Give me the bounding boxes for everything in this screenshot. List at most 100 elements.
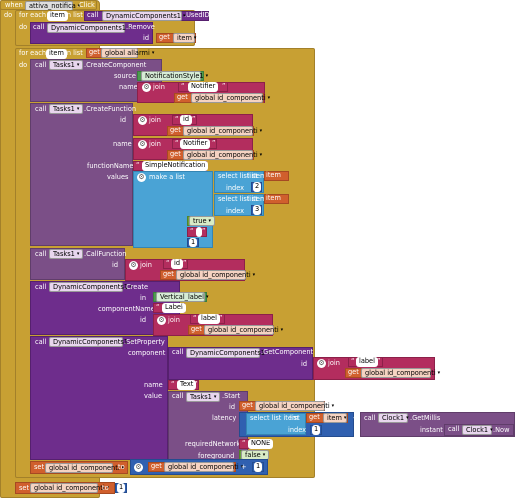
call-label: call xyxy=(172,348,184,356)
when-label: when xyxy=(5,1,23,9)
clock-dropdown[interactable]: Clock1 ▾ xyxy=(378,413,409,423)
create-function-method: .CreateFunction xyxy=(84,105,137,113)
id-label: id xyxy=(301,360,308,368)
get-label: get xyxy=(163,270,174,278)
gear-icon[interactable]: ⚙ xyxy=(138,116,147,125)
get-id-dropdown[interactable]: global id_componenti ▾ xyxy=(204,325,283,335)
set-property-component-dropdown[interactable]: DynamicComponents1 ▾ xyxy=(49,337,133,347)
join-label: join xyxy=(328,359,340,367)
set-reset-dropdown[interactable]: global id_componenti ▾ xyxy=(30,483,109,493)
call-function-method: .CallFunction xyxy=(84,250,127,258)
call-label: call xyxy=(33,23,45,31)
call-label: call xyxy=(364,414,376,422)
dynamic-create-component-dropdown[interactable]: DynamicComponents1 ▾ xyxy=(49,282,133,292)
plus-operator: + xyxy=(241,463,247,471)
get-item-dropdown[interactable]: item ▾ xyxy=(323,413,347,423)
call-label: call xyxy=(35,105,47,113)
values-label: values xyxy=(107,173,129,181)
minus-operator: - xyxy=(353,414,356,422)
in-label: in xyxy=(140,294,147,302)
get-id-dropdown[interactable]: global id_componenti ▾ xyxy=(191,93,270,103)
usedids-component-dropdown[interactable]: DynamicComponents1 ▾ xyxy=(102,11,186,21)
get-item-dropdown[interactable]: item xyxy=(266,194,281,203)
index-label: index xyxy=(288,426,307,434)
get-label: get xyxy=(151,462,162,470)
create-component-method: .CreateComponent xyxy=(84,61,147,69)
gear-icon[interactable]: ⚙ xyxy=(317,359,326,368)
get-id-dropdown[interactable]: global id_componenti ▾ xyxy=(361,368,440,378)
get-allarmi-dropdown[interactable]: global allarmi ▾ xyxy=(101,48,154,58)
list-label: list xyxy=(248,195,258,203)
gear-icon[interactable]: ⚙ xyxy=(134,463,143,472)
gear-icon[interactable]: ⚙ xyxy=(129,261,138,270)
set-id-dropdown[interactable]: global id_componenti ▾ xyxy=(45,463,124,473)
true-dropdown[interactable]: true ▾ xyxy=(189,216,216,226)
call-label: call xyxy=(87,11,99,19)
get-id-dropdown[interactable]: global id_componenti ▾ xyxy=(183,126,262,136)
index-number[interactable]: 3 xyxy=(253,205,262,215)
latency-label: latency xyxy=(212,414,237,422)
get-id-dropdown[interactable]: global id_componenti ▾ xyxy=(176,270,255,280)
dynamic-create-method: .Create xyxy=(124,283,149,291)
remove-component-dropdown[interactable]: DynamicComponents1 ▾ xyxy=(47,23,131,33)
call-function-tasks-dropdown[interactable]: Tasks1 ▾ xyxy=(49,249,83,259)
number-one[interactable]: 1 xyxy=(189,238,198,247)
get-id-dropdown[interactable]: global id_componenti ▾ xyxy=(183,150,262,160)
gear-icon[interactable]: ⚙ xyxy=(142,83,151,92)
join-label: join xyxy=(168,316,180,324)
get-id-dropdown[interactable]: global id_componenti ▾ xyxy=(164,462,243,472)
start-tasks-dropdown[interactable]: Tasks1 ▾ xyxy=(186,392,220,402)
instant-label: instant xyxy=(420,426,443,434)
create-function-tasks-dropdown[interactable]: Tasks1 ▾ xyxy=(49,104,83,114)
now-method: .Now xyxy=(493,426,510,434)
id-label: id xyxy=(120,116,127,124)
get-item-dropdown[interactable]: item ▾ xyxy=(173,33,196,43)
index-label: index xyxy=(226,184,245,192)
get-component-dropdown[interactable]: DynamicComponents1 ▾ xyxy=(186,348,270,358)
vertical-label-dropdown[interactable]: Vertical_label ▾ xyxy=(156,292,208,302)
notifier-text[interactable]: Notifier xyxy=(188,82,219,92)
remove-method: .Remove xyxy=(126,23,155,31)
index-number[interactable]: 2 xyxy=(253,182,262,192)
get-id-dropdown[interactable]: global id_componenti ▾ xyxy=(255,401,334,411)
source-dropdown[interactable]: NotificationStyle1 ▾ xyxy=(141,71,208,81)
notifier-text[interactable]: Notifier xyxy=(180,139,211,149)
label-id-text[interactable]: label xyxy=(198,314,220,324)
join-label: join xyxy=(149,140,161,148)
call-label: call xyxy=(35,250,47,258)
name-label: name xyxy=(144,381,163,389)
get-label: get xyxy=(170,126,181,134)
create-component-tasks-dropdown[interactable]: Tasks1 ▾ xyxy=(49,60,83,70)
name-label: name xyxy=(119,83,138,91)
gear-icon[interactable]: ⚙ xyxy=(137,173,146,182)
get-item-dropdown[interactable]: item xyxy=(266,171,281,180)
start-method: .Start xyxy=(222,392,241,400)
event-header: when attiva_notifica ▾ .Click xyxy=(0,0,97,11)
number-one[interactable]: 1 xyxy=(254,462,263,472)
list-label: list xyxy=(290,414,300,422)
get-label: get xyxy=(348,368,359,376)
label-id-text[interactable]: label xyxy=(356,357,378,367)
function-name-text[interactable]: SimpleNotification xyxy=(142,161,209,171)
id-text[interactable]: id xyxy=(180,115,193,125)
reset-number[interactable]: 1 xyxy=(117,483,126,493)
network-text[interactable]: NONE xyxy=(248,439,274,449)
gear-icon[interactable]: ⚙ xyxy=(138,140,147,149)
gear-icon[interactable]: ⚙ xyxy=(157,316,166,325)
get-label: get xyxy=(309,413,320,421)
for-each-label: for each xyxy=(19,49,47,57)
component-name-label: componentName xyxy=(98,305,155,313)
to-label: to xyxy=(102,484,109,492)
call-label: call xyxy=(172,392,184,400)
call-label: call xyxy=(35,61,47,69)
set-label: set xyxy=(34,463,45,471)
id-text[interactable]: id xyxy=(171,259,184,269)
for-each-label: for each xyxy=(19,11,47,19)
loop2-var[interactable]: item xyxy=(46,49,67,59)
get-label: get xyxy=(242,401,253,409)
clock2-dropdown[interactable]: Clock1 ▾ xyxy=(462,425,493,435)
get-label: get xyxy=(177,93,188,101)
index-number[interactable]: 1 xyxy=(312,425,321,435)
getmillis-method: .GetMillis xyxy=(410,414,441,422)
get-label: get xyxy=(159,33,170,41)
